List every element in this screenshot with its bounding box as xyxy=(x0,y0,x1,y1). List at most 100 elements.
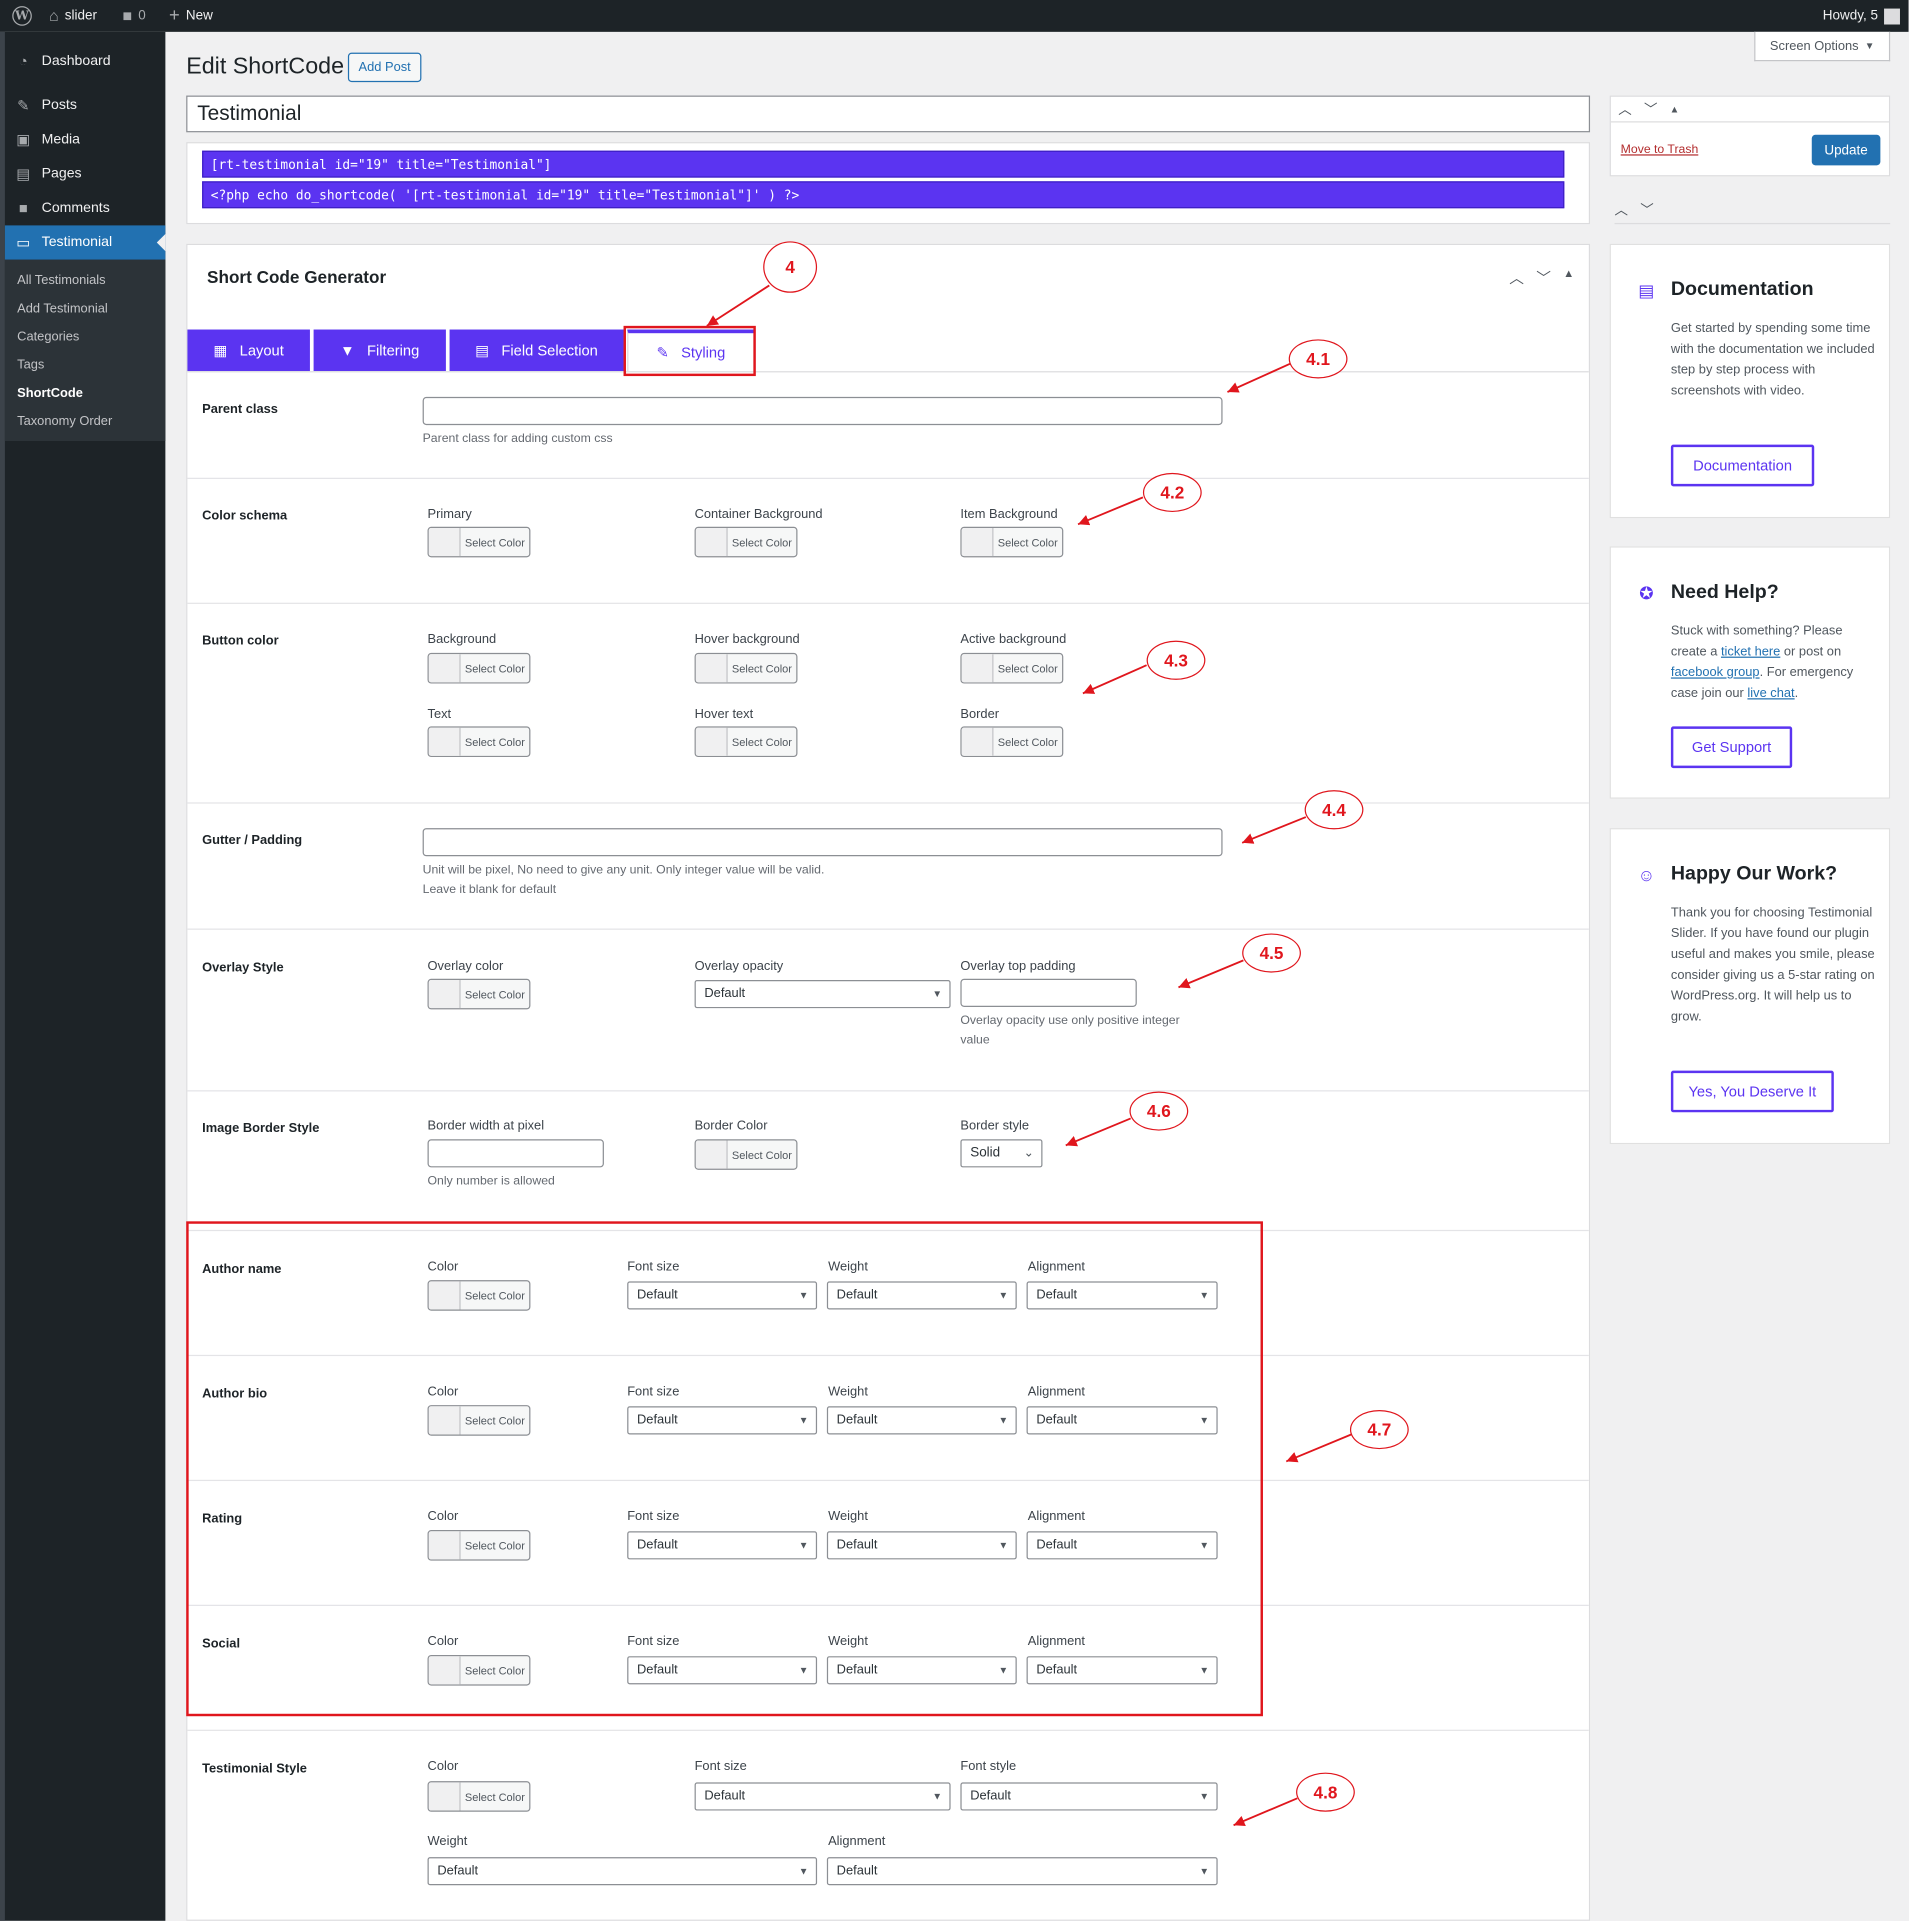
social-weight-select[interactable]: Default ▼ xyxy=(826,1656,1017,1685)
author-name-font-size-select[interactable]: Default ▼ xyxy=(627,1281,818,1310)
parent-class-input[interactable] xyxy=(422,396,1223,426)
php-shortcode-line[interactable]: <?php echo do_shortcode( '[rt-testimonia… xyxy=(202,181,1565,209)
testimonial-font-style-select[interactable]: Default ▼ xyxy=(960,1782,1218,1811)
author-bio-weight-select[interactable]: Default ▼ xyxy=(826,1406,1017,1435)
author-name-weight-select[interactable]: Default ▼ xyxy=(826,1281,1017,1310)
chevron-down-icon[interactable]: ﹀ xyxy=(1640,200,1653,223)
post-title-input[interactable]: Testimonial xyxy=(186,95,1591,133)
sidebar-item-posts[interactable]: ✎ Posts xyxy=(5,88,165,122)
submenu-all-testimonials[interactable]: All Testimonials xyxy=(17,273,105,288)
deserve-it-button[interactable]: Yes, You Deserve It xyxy=(1670,1070,1834,1113)
separator xyxy=(187,477,1589,479)
update-button[interactable]: Update xyxy=(1811,134,1881,166)
documentation-text: Get started by spending some time with t… xyxy=(1670,320,1875,399)
hover-background-color-button[interactable]: Select Color xyxy=(694,652,798,684)
testimonial-color-button[interactable]: Select Color xyxy=(427,1781,531,1812)
pin-icon: ✎ xyxy=(17,96,30,114)
caret-down-icon: ▼ xyxy=(798,1289,809,1301)
testimonial-font-size-select[interactable]: Default ▼ xyxy=(694,1782,951,1811)
color-label: Color xyxy=(427,1634,459,1649)
add-post-button[interactable]: Add Post xyxy=(347,52,422,83)
toggle-icon[interactable]: ▲ xyxy=(1563,267,1574,288)
author-bio-font-size-select[interactable]: Default ▼ xyxy=(627,1406,818,1435)
chevron-down-icon[interactable]: ﹀ xyxy=(1644,99,1657,119)
overlay-top-padding-input[interactable] xyxy=(960,978,1137,1007)
my-account-link[interactable]: Howdy, 5 xyxy=(1823,0,1901,32)
tab-layout[interactable]: ▦ Layout xyxy=(187,329,310,372)
comments-link[interactable]: ■ 0 xyxy=(123,0,146,32)
author-bio-alignment-select[interactable]: Default ▼ xyxy=(1026,1406,1218,1435)
ticket-link[interactable]: ticket here xyxy=(1721,644,1780,659)
font-style-label: Font style xyxy=(960,1759,1017,1774)
shortcode-line[interactable]: [rt-testimonial id="19" title="Testimoni… xyxy=(202,150,1565,178)
box-title: Short Code Generator xyxy=(207,267,387,287)
submenu-add-testimonial[interactable]: Add Testimonial xyxy=(17,301,108,316)
submenu-tags[interactable]: Tags xyxy=(17,358,44,373)
author-name-alignment-select[interactable]: Default ▼ xyxy=(1026,1281,1218,1310)
wp-logo-menu[interactable]: W xyxy=(12,0,32,32)
documentation-card: ▤ Documentation Get started by spending … xyxy=(1609,243,1891,519)
button-color-label: Button color xyxy=(202,633,279,649)
button-background-color-button[interactable]: Select Color xyxy=(427,652,531,684)
author-bio-color-button[interactable]: Select Color xyxy=(427,1405,531,1436)
move-to-trash-link[interactable]: Move to Trash xyxy=(1621,143,1699,156)
border-color-button[interactable]: Select Color xyxy=(960,726,1064,758)
rating-font-size-select[interactable]: Default ▼ xyxy=(627,1531,818,1560)
new-content-link[interactable]: + New xyxy=(169,0,213,32)
overlay-color-button[interactable]: Select Color xyxy=(427,978,531,1010)
sidebar-item-testimonial[interactable]: ▭ Testimonial xyxy=(4,225,166,260)
submenu-taxonomy-order[interactable]: Taxonomy Order xyxy=(17,414,112,429)
border-color-picker-button[interactable]: Select Color xyxy=(694,1139,798,1170)
active-background-color-button[interactable]: Select Color xyxy=(960,652,1064,684)
chevron-up-icon[interactable]: ︿ xyxy=(1618,99,1631,119)
primary-color-button[interactable]: Select Color xyxy=(427,526,531,558)
submenu-categories[interactable]: Categories xyxy=(17,330,79,345)
documentation-button[interactable]: Documentation xyxy=(1670,444,1815,487)
parent-class-label: Parent class xyxy=(202,401,278,417)
rating-alignment-select[interactable]: Default ▼ xyxy=(1026,1531,1218,1560)
tab-label: Filtering xyxy=(367,341,420,359)
sidebar-item-pages[interactable]: ▤ Pages xyxy=(5,157,165,191)
overlay-opacity-select[interactable]: Default ▼ xyxy=(694,980,951,1009)
sidebar-item-dashboard[interactable]: ◔ Dashboard xyxy=(5,44,165,78)
author-name-color-button[interactable]: Select Color xyxy=(427,1280,531,1311)
screen-options-button[interactable]: Screen Options ▼ xyxy=(1754,31,1891,62)
get-support-button[interactable]: Get Support xyxy=(1670,726,1793,769)
testimonial-weight-select[interactable]: Default ▼ xyxy=(427,1857,818,1886)
tab-field-selection[interactable]: ▤ Field Selection xyxy=(449,329,624,372)
tab-filtering[interactable]: ▼ Filtering xyxy=(313,329,446,372)
social-alignment-select[interactable]: Default ▼ xyxy=(1026,1656,1218,1685)
alignment-label: Alignment xyxy=(828,1833,886,1849)
tab-styling[interactable]: ✎ Styling xyxy=(627,329,755,372)
sidebar-item-media[interactable]: ▣ Media xyxy=(5,123,165,157)
social-font-size-select[interactable]: Default ▼ xyxy=(627,1656,818,1685)
facebook-group-link[interactable]: facebook group xyxy=(1671,665,1760,680)
testimonial-alignment-select[interactable]: Default ▼ xyxy=(826,1857,1218,1886)
border-width-input[interactable] xyxy=(427,1139,604,1168)
color-label: Color xyxy=(427,1759,459,1774)
item-background-color-button[interactable]: Select Color xyxy=(960,526,1064,558)
sidebar-item-label: Posts xyxy=(41,98,77,113)
rating-color-button[interactable]: Select Color xyxy=(427,1530,531,1561)
font-size-label: Font size xyxy=(627,1259,680,1274)
toggle-icon[interactable]: ▲ xyxy=(1670,104,1680,115)
text-color-button[interactable]: Select Color xyxy=(427,726,531,758)
container-background-color-button[interactable]: Select Color xyxy=(694,526,798,558)
chevron-up-icon[interactable]: ︿ xyxy=(1615,200,1628,223)
hover-text-color-button[interactable]: Select Color xyxy=(694,726,798,758)
site-name-link[interactable]: ⌂ slider xyxy=(49,0,97,32)
sidebar-item-comments[interactable]: ■ Comments xyxy=(5,191,165,225)
live-chat-link[interactable]: live chat xyxy=(1747,686,1794,701)
rating-weight-select[interactable]: Default ▼ xyxy=(826,1531,1017,1560)
chevron-down-icon[interactable]: ﹀ xyxy=(1536,267,1551,288)
alignment-label: Alignment xyxy=(1027,1634,1085,1649)
gutter-input[interactable] xyxy=(422,828,1223,857)
submenu-shortcode[interactable]: ShortCode xyxy=(17,386,83,401)
social-color-button[interactable]: Select Color xyxy=(427,1654,531,1686)
site-name: slider xyxy=(64,8,97,24)
border-style-select[interactable]: Solid ⌄ xyxy=(960,1139,1043,1168)
caret-down-icon: ▼ xyxy=(1199,1865,1210,1877)
select-value: Default xyxy=(637,1287,678,1303)
chevron-up-icon[interactable]: ︿ xyxy=(1509,267,1524,288)
select-value: Default xyxy=(637,1662,678,1678)
